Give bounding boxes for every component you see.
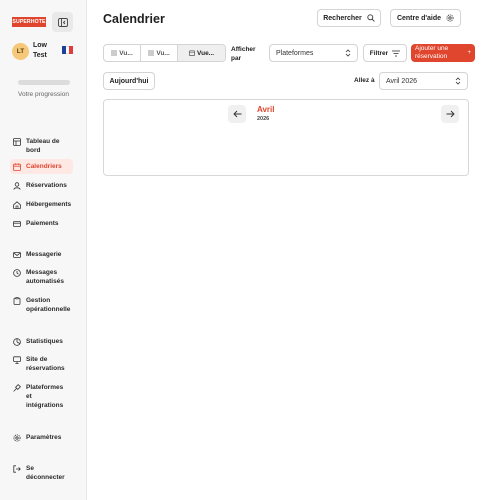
user-name[interactable]: Low Test (33, 41, 57, 60)
calendar-icon (189, 50, 195, 56)
tab-label: Vu... (119, 49, 133, 57)
sidebar-item-booking-site[interactable]: Site de réservations (10, 352, 73, 376)
search-button-label: Rechercher (323, 14, 362, 22)
display-by-select[interactable]: Plateformes (269, 44, 358, 62)
view-switcher: Vu... Vu... Vue... (103, 44, 226, 62)
sidebar-item-label: Réservations (26, 182, 67, 189)
tab-label: Vue... (197, 49, 215, 57)
calendar-year: 2026 (257, 116, 270, 122)
progress-bar (18, 80, 70, 85)
logout-icon (13, 464, 21, 473)
sidebar-item-dashboard[interactable]: Tableau de bord (10, 134, 73, 158)
goto-label: Allez à (354, 77, 375, 84)
sidebar-item-statistics[interactable]: Statistiques (10, 334, 73, 349)
home-icon (13, 200, 21, 209)
sidebar: SUPERHOTE LT Low Test Votre progression … (0, 0, 87, 500)
progress-label: Votre progression (18, 91, 69, 98)
page-title: Calendrier (103, 12, 165, 26)
goto-month-select[interactable]: Avril 2026 (379, 72, 468, 90)
tab-label: Vu... (156, 49, 170, 57)
monitor-icon (13, 355, 21, 364)
display-by-value: Plateformes (276, 49, 314, 57)
help-center-button[interactable]: Centre d'aide (390, 9, 461, 27)
sidebar-item-reservations[interactable]: Réservations (10, 178, 73, 193)
sidebar-item-label: Paramètres (26, 434, 62, 441)
plug-icon (13, 383, 21, 392)
filter-icon (392, 50, 401, 56)
list-icon (148, 50, 155, 56)
user-icon (13, 181, 21, 190)
clipboard-icon (13, 296, 21, 305)
mail-icon (13, 250, 21, 259)
tab-view-2[interactable]: Vu... (141, 45, 179, 61)
tab-view-3[interactable]: Vue... (178, 45, 225, 61)
previous-month-button[interactable] (228, 105, 246, 123)
sidebar-item-label: Tableau de bord (26, 138, 60, 154)
plus-icon: + (467, 50, 471, 56)
calendar-icon (13, 162, 21, 171)
sidebar-item-label: Gestion opérationnelle (26, 297, 71, 313)
sidebar-item-accommodations[interactable]: Hébergements (10, 197, 73, 212)
add-reservation-button[interactable]: Ajouter une réservation + (411, 44, 475, 62)
arrow-left-icon (232, 110, 241, 118)
today-button[interactable]: Aujourd'hui (103, 72, 155, 90)
chevron-updown-icon (455, 77, 461, 85)
sidebar-item-automated-messages[interactable]: Messages automatisés (10, 265, 73, 289)
filter-button[interactable]: Filtrer (363, 44, 407, 62)
goto-month-value: Avril 2026 (386, 77, 418, 85)
clock-icon (13, 268, 21, 277)
sidebar-item-calendars[interactable]: Calendriers (10, 159, 73, 174)
chart-icon (13, 337, 21, 346)
sidebar-item-integrations[interactable]: Plateformes et intégrations (10, 380, 73, 413)
avatar[interactable]: LT (12, 43, 29, 60)
sidebar-item-label: Se déconnecter (26, 465, 65, 481)
gear-icon (446, 14, 454, 22)
sidebar-item-label: Messages automatisés (26, 269, 64, 285)
display-by-label: Afficher par (231, 46, 256, 62)
sidebar-item-label: Site de réservations (26, 356, 65, 372)
card-icon (13, 219, 21, 228)
collapse-sidebar-button[interactable] (52, 12, 73, 32)
sidebar-item-label: Paiements (26, 220, 59, 227)
sidebar-item-label: Plateformes et intégrations (26, 384, 64, 409)
superhote-logo[interactable]: SUPERHOTE (12, 17, 46, 27)
sidebar-item-payments[interactable]: Paiements (10, 216, 73, 231)
next-month-button[interactable] (441, 105, 459, 123)
sidebar-item-settings[interactable]: Paramètres (10, 430, 73, 445)
collapse-sidebar-icon (57, 17, 68, 27)
gear-icon (13, 433, 21, 442)
list-icon (111, 50, 118, 56)
sidebar-item-label: Hébergements (26, 201, 72, 208)
sidebar-item-logout[interactable]: Se déconnecter (10, 461, 73, 485)
sidebar-item-messaging[interactable]: Messagerie (10, 247, 73, 262)
calendar-month: Avril (257, 105, 275, 114)
chevron-updown-icon (345, 49, 351, 57)
arrow-right-icon (446, 110, 455, 118)
add-reservation-label: Ajouter une réservation (415, 45, 449, 60)
tab-view-1[interactable]: Vu... (104, 45, 142, 61)
calendar-panel: Avril 2026 (103, 99, 469, 176)
help-center-label: Centre d'aide (396, 14, 442, 22)
sidebar-item-label: Calendriers (26, 163, 62, 170)
search-icon (367, 14, 375, 22)
sidebar-item-label: Statistiques (26, 338, 63, 345)
sidebar-item-operations[interactable]: Gestion opérationnelle (10, 293, 73, 317)
fr-flag-icon[interactable] (62, 46, 74, 54)
search-button[interactable]: Rechercher (317, 9, 381, 27)
filter-label: Filtrer (369, 49, 389, 57)
dashboard-icon (13, 137, 21, 146)
sidebar-item-label: Messagerie (26, 251, 62, 258)
